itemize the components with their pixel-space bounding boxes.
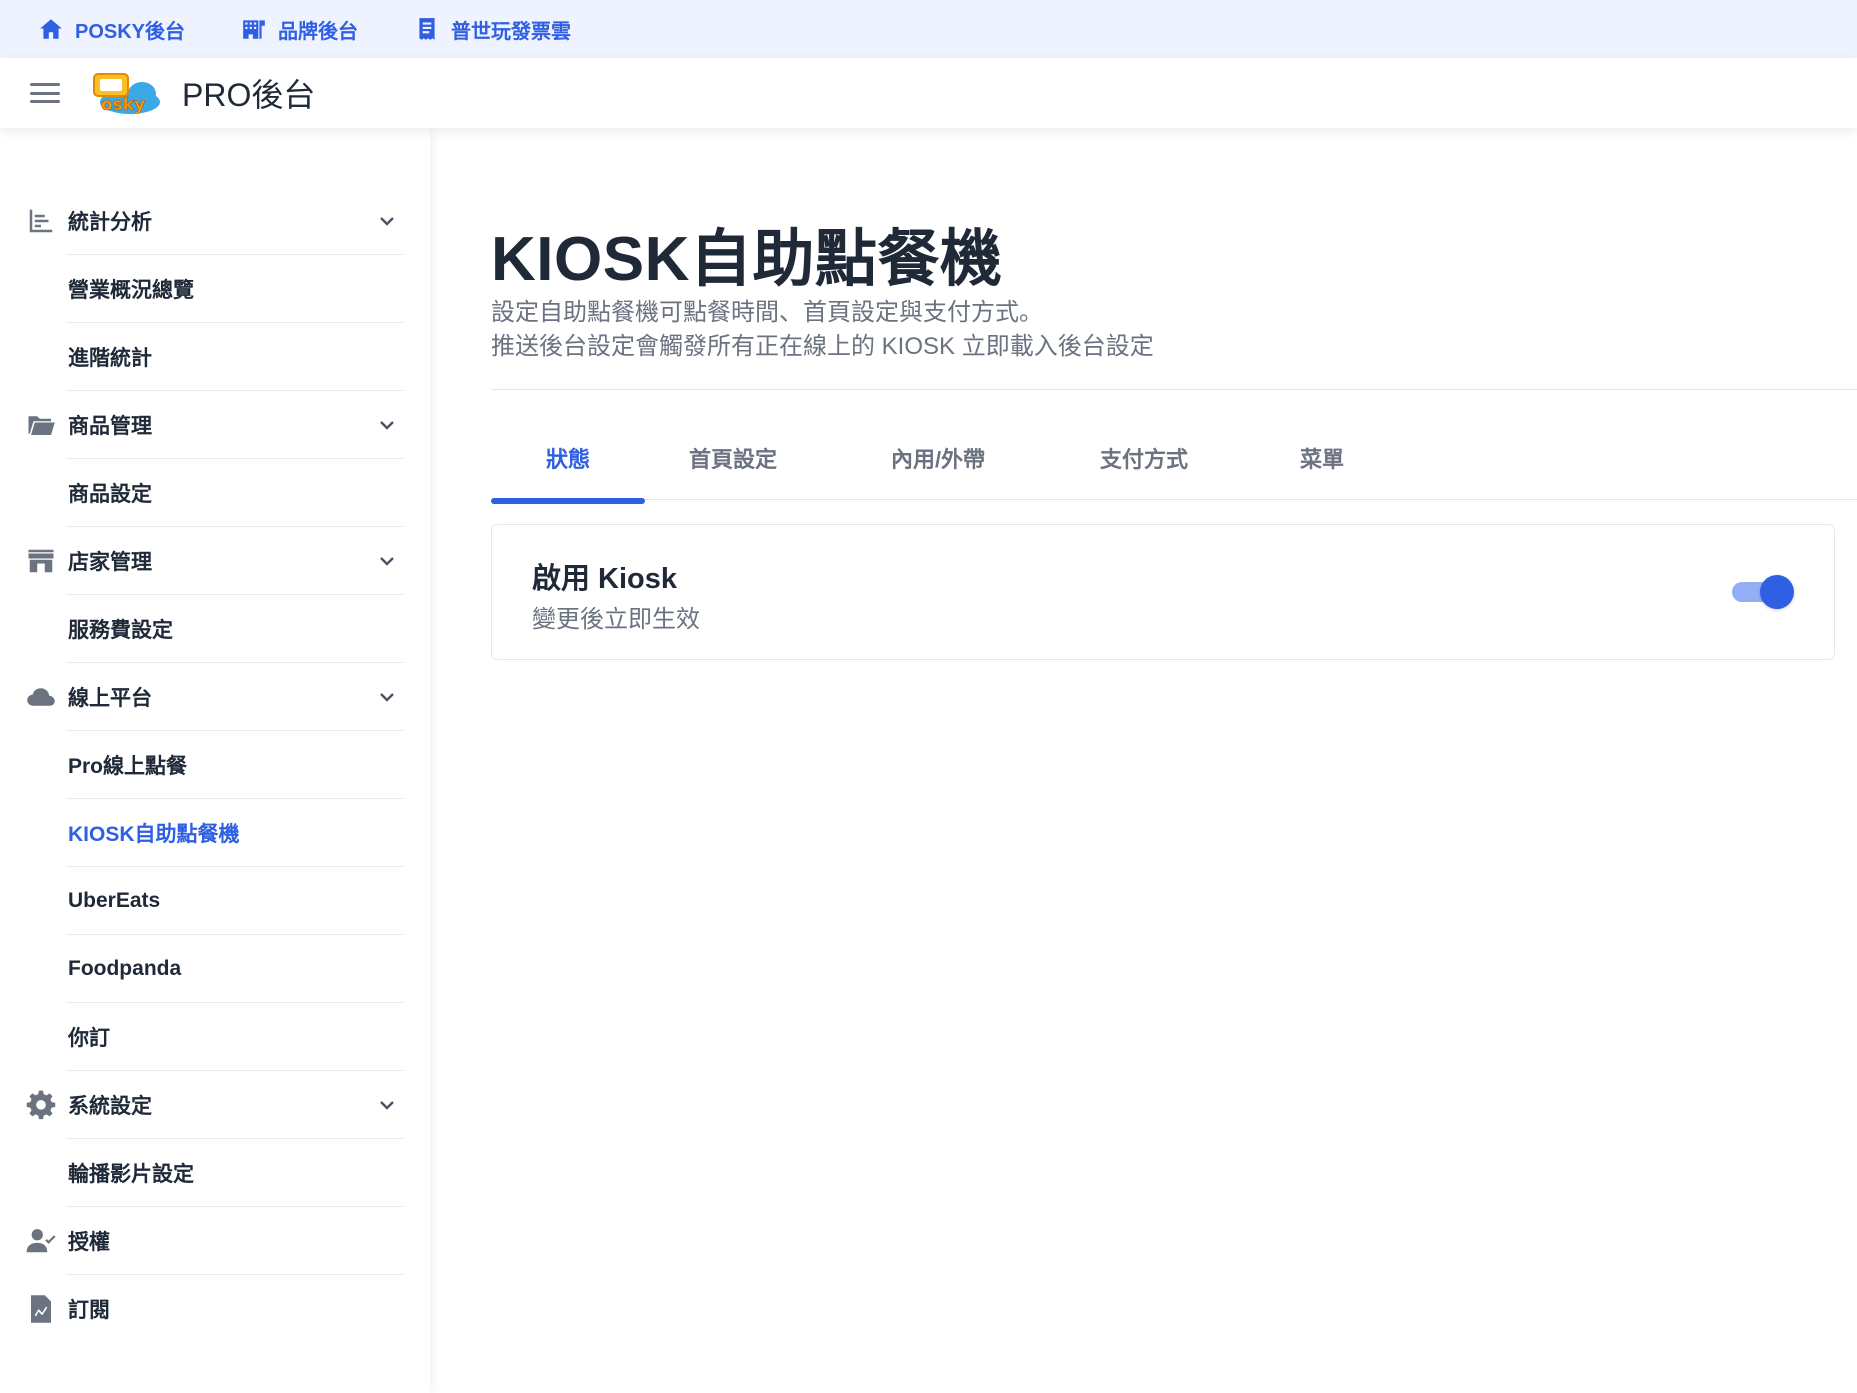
svg-text:osky: osky	[101, 95, 145, 115]
store-icon	[26, 546, 56, 576]
posky-logo: osky	[93, 73, 160, 115]
sidebar-item-inline[interactable]: 你訂	[26, 1003, 404, 1071]
tab-status[interactable]: 狀態	[491, 428, 645, 500]
chevron-down-icon[interactable]	[378, 416, 396, 434]
sidebar-group-product-management[interactable]: 商品管理	[26, 391, 404, 459]
sidebar-item-subscription[interactable]: 訂閱	[26, 1275, 404, 1343]
sidebar-item-label: 線上平台	[68, 687, 152, 710]
sidebar-group-system-settings[interactable]: 系統設定	[26, 1071, 404, 1139]
sidebar-group-statistics[interactable]: 統計分析	[26, 187, 404, 255]
sidebar: 統計分析 營業概況總覽 進階統計 商品管理 商品設定 店家管理 服務費設定 線上…	[0, 128, 430, 1393]
sidebar-item-label: 訂閱	[68, 1299, 110, 1322]
sidebar-item-advanced-statistics[interactable]: 進階統計	[26, 323, 404, 391]
sidebar-item-label: 商品管理	[68, 415, 152, 438]
toggle-knob	[1760, 575, 1794, 609]
invoice-cloud-link-label: 普世玩發票雲	[451, 20, 572, 43]
active-tab-indicator	[491, 498, 645, 504]
sidebar-item-label: 輪播影片設定	[68, 1163, 194, 1186]
sidebar-item-label: 系統設定	[68, 1095, 152, 1118]
gear-icon	[26, 1090, 56, 1120]
tab-home-settings[interactable]: 首頁設定	[645, 428, 821, 500]
sidebar-item-carousel-video-settings[interactable]: 輪播影片設定	[26, 1139, 404, 1207]
sidebar-item-foodpanda[interactable]: Foodpanda	[26, 935, 404, 1003]
sidebar-item-service-fee-settings[interactable]: 服務費設定	[26, 595, 404, 663]
enable-kiosk-toggle[interactable]	[1732, 575, 1794, 609]
posky-backend-link[interactable]: POSKY後台	[38, 15, 185, 44]
top-link-bar: POSKY後台 品牌後台 普世玩發票雲	[0, 0, 1857, 58]
sidebar-item-kiosk[interactable]: KIOSK自助點餐機	[26, 799, 404, 867]
cloud-icon	[26, 682, 56, 712]
home-icon	[40, 19, 62, 39]
sidebar-item-label: Foodpanda	[68, 957, 182, 980]
sidebar-item-label: 商品設定	[68, 483, 152, 506]
app-header: osky PRO後台	[0, 58, 1857, 128]
tab-dine-in-takeout[interactable]: 內用/外帶	[821, 428, 1055, 500]
card-title: 啟用 Kiosk	[532, 563, 678, 595]
sidebar-item-label: 統計分析	[68, 211, 152, 234]
posky-backend-link-label: POSKY後台	[75, 20, 186, 43]
chevron-down-icon[interactable]	[378, 1096, 396, 1114]
sidebar-item-product-settings[interactable]: 商品設定	[26, 459, 404, 527]
sidebar-item-label: KIOSK自助點餐機	[68, 823, 240, 846]
sidebar-item-label: 授權	[68, 1231, 110, 1254]
page-title: KIOSK自助點餐機	[491, 225, 1003, 294]
page-description-line-2: 推送後台設定會觸發所有正在線上的 KIOSK 立即載入後台設定	[491, 333, 1154, 360]
chevron-down-icon[interactable]	[378, 212, 396, 230]
document-icon	[26, 1294, 56, 1324]
chart-icon	[26, 206, 56, 236]
sidebar-group-online-platforms[interactable]: 線上平台	[26, 663, 404, 731]
main-content: KIOSK自助點餐機 設定自助點餐機可點餐時間、首頁設定與支付方式。 推送後台設…	[491, 128, 1857, 1393]
folder-icon	[26, 410, 56, 440]
tab-payment-methods[interactable]: 支付方式	[1055, 428, 1233, 500]
sidebar-item-authorization[interactable]: 授權	[26, 1207, 404, 1275]
brand-backend-link[interactable]: 品牌後台	[241, 15, 358, 44]
brand-backend-link-label: 品牌後台	[278, 20, 359, 43]
tab-menu[interactable]: 菜單	[1233, 428, 1411, 500]
sidebar-item-label: 進階統計	[68, 347, 152, 370]
sidebar-item-label: 營業概況總覽	[68, 279, 194, 302]
receipt-icon	[419, 18, 435, 40]
sidebar-item-pro-online-ordering[interactable]: Pro線上點餐	[26, 731, 404, 799]
user-check-icon	[26, 1226, 56, 1256]
app-title: PRO後台	[182, 77, 316, 113]
sidebar-item-label: 你訂	[68, 1027, 110, 1050]
sidebar-item-business-overview[interactable]: 營業概況總覽	[26, 255, 404, 323]
sidebar-item-label: Pro線上點餐	[68, 755, 188, 778]
divider	[491, 389, 1857, 390]
sidebar-item-label: UberEats	[68, 889, 161, 912]
sidebar-group-store-management[interactable]: 店家管理	[26, 527, 404, 595]
chevron-down-icon[interactable]	[378, 552, 396, 570]
sidebar-item-label: 店家管理	[68, 551, 152, 574]
sidebar-item-label: 服務費設定	[68, 619, 173, 642]
building-icon	[243, 20, 265, 39]
page-description-line-1: 設定自助點餐機可點餐時間、首頁設定與支付方式。	[491, 299, 1043, 326]
card-subtitle: 變更後立即生效	[532, 606, 700, 633]
tab-bar: 狀態 首頁設定 內用/外帶 支付方式 菜單	[491, 428, 1857, 504]
invoice-cloud-link[interactable]: 普世玩發票雲	[414, 15, 571, 44]
hamburger-menu-icon[interactable]	[30, 83, 60, 103]
sidebar-item-ubereats[interactable]: UberEats	[26, 867, 404, 935]
page-description: 設定自助點餐機可點餐時間、首頁設定與支付方式。 推送後台設定會觸發所有正在線上的…	[491, 296, 1154, 364]
chevron-down-icon[interactable]	[378, 688, 396, 706]
enable-kiosk-card: 啟用 Kiosk 變更後立即生效	[491, 524, 1835, 660]
